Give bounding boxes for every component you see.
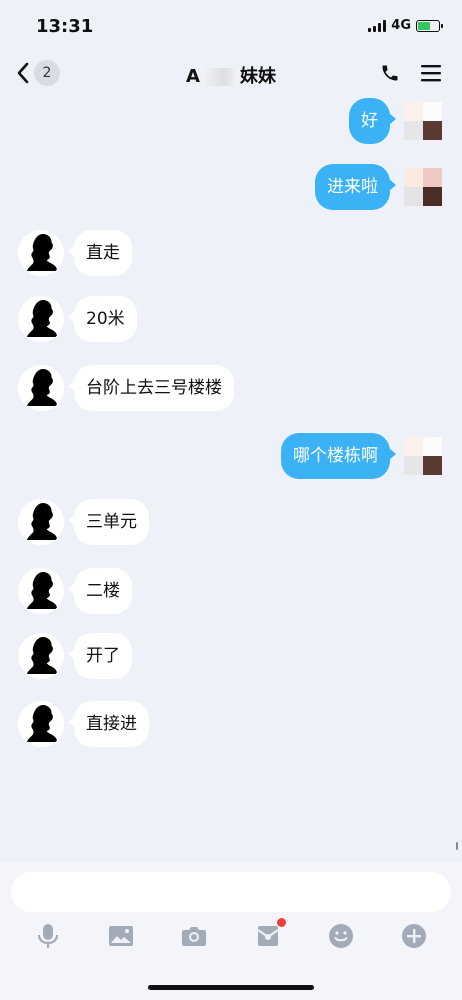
silhouette-icon [27,369,58,406]
message-incoming: 三单元 [18,499,149,545]
contact-avatar[interactable] [18,568,64,614]
message-incoming: 开了 [18,633,132,679]
red-packet-icon [257,926,279,946]
contact-avatar[interactable] [18,633,64,679]
message-outgoing: 进来啦 [315,164,442,210]
contact-avatar[interactable] [18,499,64,545]
message-incoming: 二楼 [18,568,132,614]
redacted-block [201,68,238,86]
message-bubble[interactable]: 进来啦 [315,164,396,210]
message-incoming: 台阶上去三号楼楼 [18,365,234,411]
silhouette-icon [27,503,58,540]
input-bar [0,862,462,962]
red-packet-button[interactable] [254,918,286,950]
contact-avatar[interactable] [18,365,64,411]
voice-button[interactable] [34,922,62,950]
more-button[interactable] [400,922,428,950]
network-label: 4G [391,18,411,33]
notification-dot [277,918,286,927]
message-bubble[interactable]: 二楼 [68,568,132,614]
message-bubble[interactable]: 开了 [68,633,132,679]
message-incoming: 直走 [18,230,132,276]
input-toolbar [0,918,462,954]
camera-button[interactable] [180,922,208,950]
self-avatar[interactable] [404,437,442,475]
message-bubble[interactable]: 直走 [68,230,132,276]
message-bubble[interactable]: 台阶上去三号楼楼 [68,365,234,411]
message-bubble[interactable]: 好 [349,98,396,144]
self-avatar[interactable] [404,168,442,206]
chat-title-suffix: 妹妹 [239,66,276,87]
message-bubble[interactable]: 20米 [68,296,137,342]
camera-icon [182,927,206,946]
contact-avatar[interactable] [18,296,64,342]
status-time: 13:31 [36,16,94,37]
message-list[interactable]: 好 进来啦 直走 20米 台阶上去三号楼楼 哪个楼栋啊 三单元 二楼 开了 直接… [0,98,462,862]
message-input[interactable] [11,872,451,912]
status-bar: 13:31 4G [0,0,462,50]
phone-icon[interactable] [380,63,400,83]
home-indicator[interactable] [148,985,314,990]
message-incoming: 20米 [18,296,137,342]
message-outgoing: 好 [349,98,442,144]
message-bubble[interactable]: 直接进 [68,701,149,747]
silhouette-icon [27,234,58,271]
status-indicators: 4G [368,18,443,33]
chat-title-prefix: A [186,66,200,87]
battery-icon [416,19,443,32]
silhouette-icon [27,705,58,742]
plus-icon [402,924,426,948]
message-outgoing: 哪个楼栋啊 [281,433,442,479]
contact-avatar[interactable] [18,230,64,276]
contact-avatar[interactable] [18,701,64,747]
message-bubble[interactable]: 三单元 [68,499,149,545]
emoji-icon [329,924,353,948]
scrollbar[interactable] [456,842,458,850]
silhouette-icon [27,637,58,674]
signal-icon [368,19,387,32]
home-area [0,962,462,1000]
silhouette-icon [27,300,58,337]
self-avatar[interactable] [404,102,442,140]
emoji-button[interactable] [327,922,355,950]
gallery-button[interactable] [107,922,135,950]
message-bubble[interactable]: 哪个楼栋啊 [281,433,396,479]
message-incoming: 直接进 [18,701,149,747]
chat-header: 2 A 妹妹 [0,50,462,98]
microphone-icon [37,924,59,948]
image-icon [109,926,133,946]
menu-icon[interactable] [420,63,442,83]
silhouette-icon [27,572,58,609]
header-actions [380,63,442,83]
